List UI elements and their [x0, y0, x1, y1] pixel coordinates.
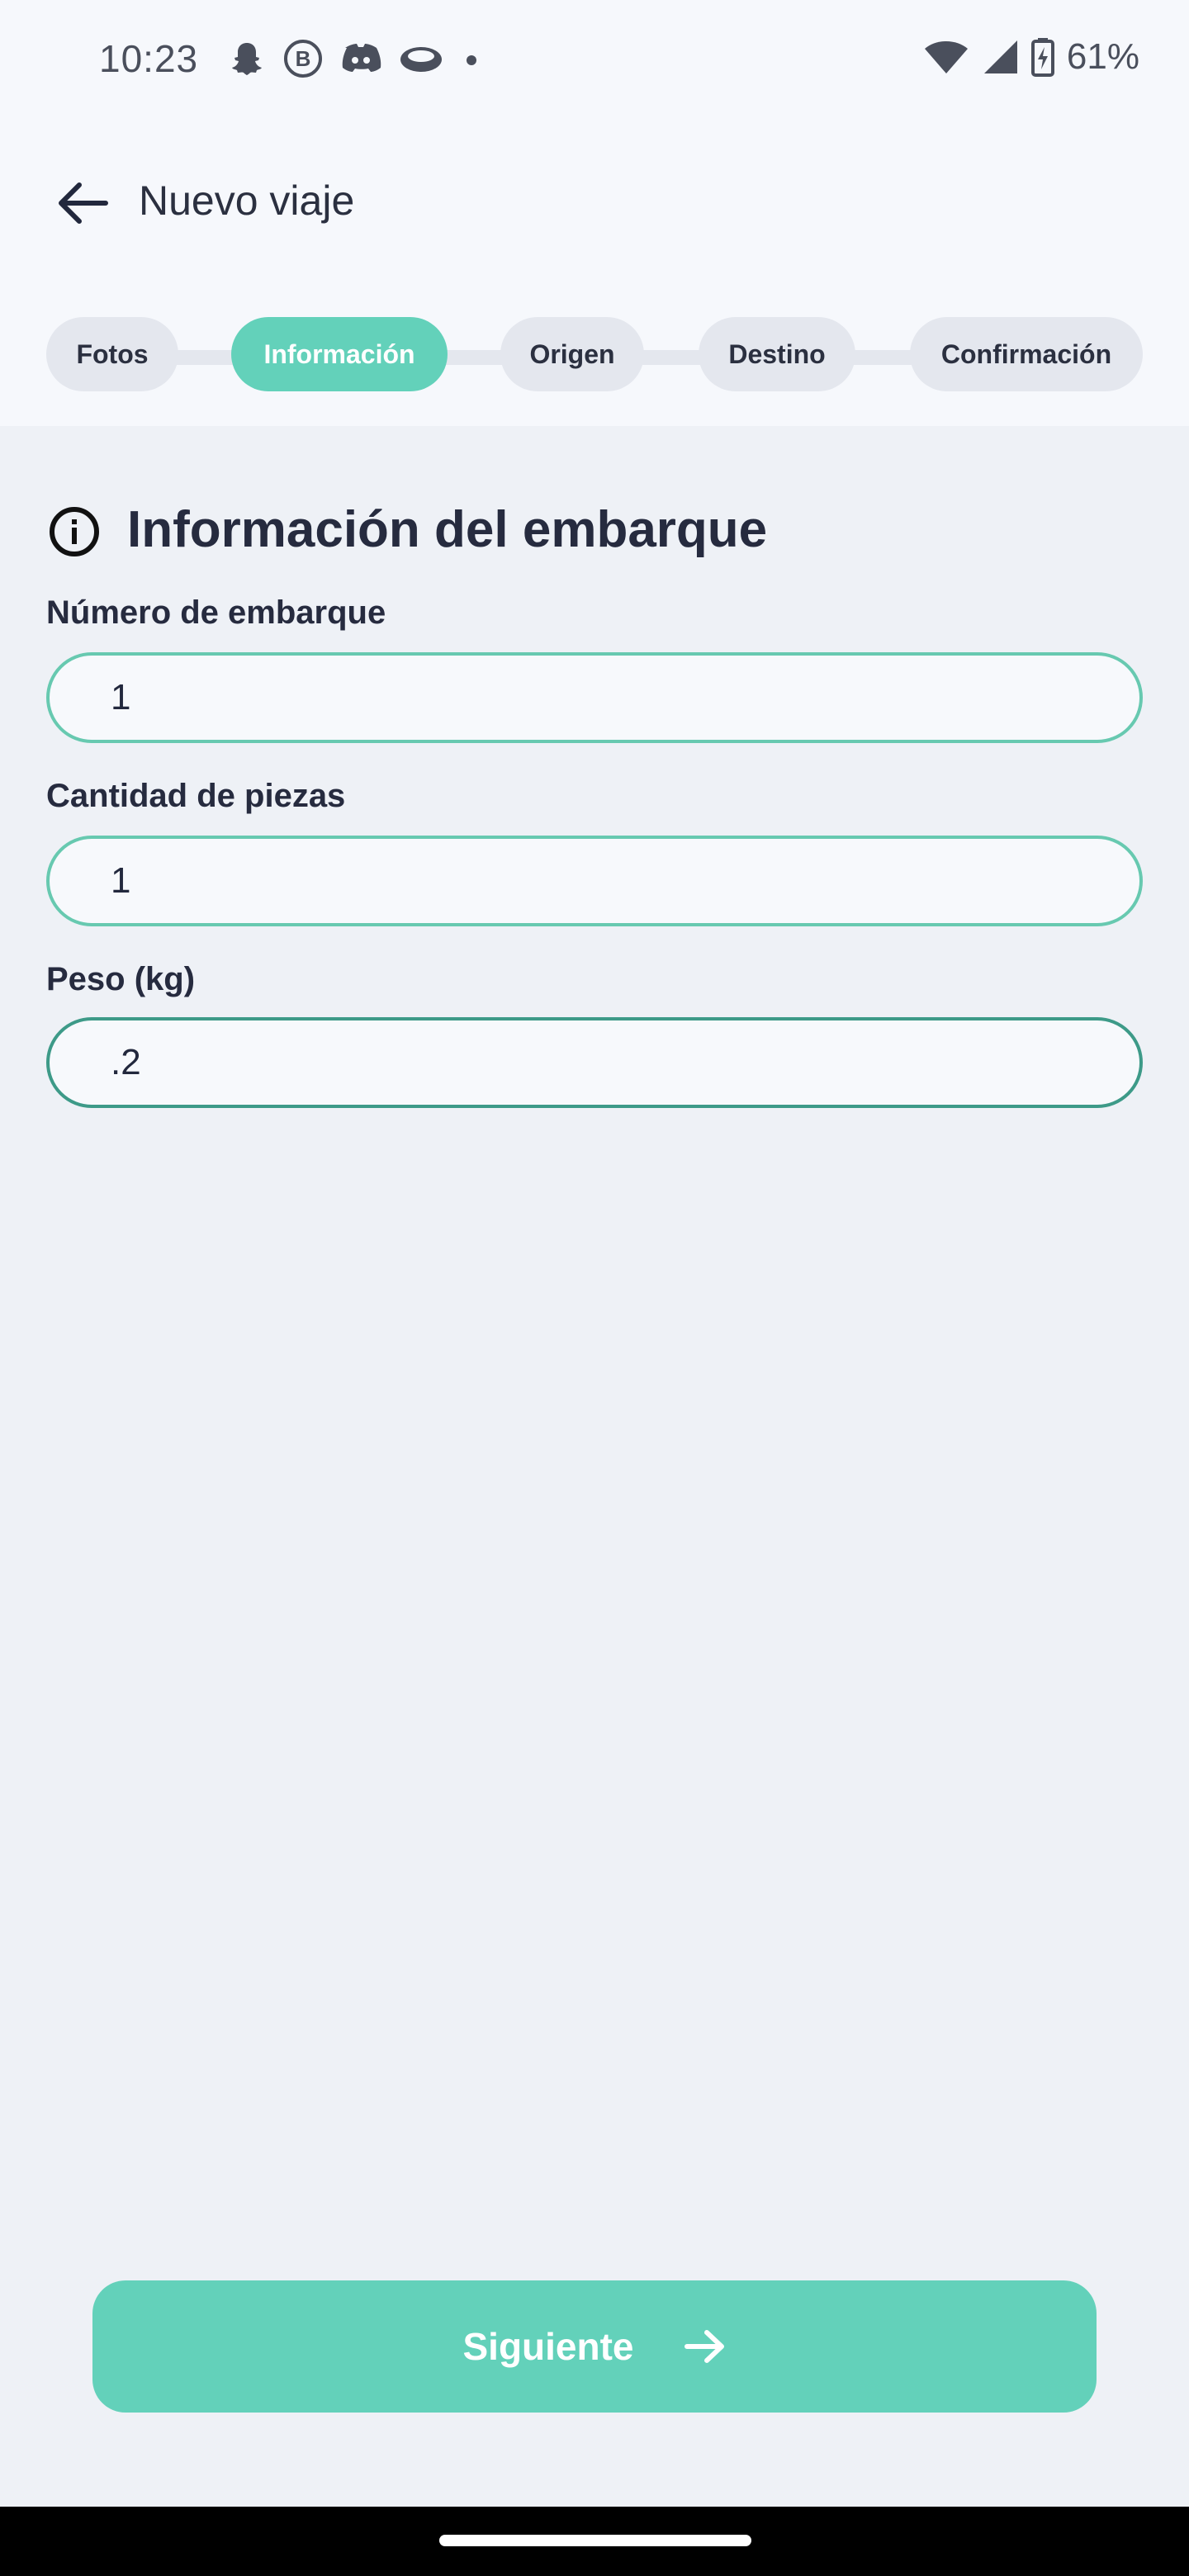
signal-icon [983, 40, 1017, 73]
dot-icon [467, 55, 476, 65]
home-gesture-handle[interactable] [439, 2535, 751, 2546]
b-circle-icon: B [284, 40, 322, 78]
step-origen[interactable]: Origen [500, 317, 644, 391]
system-status: 61% [923, 36, 1139, 78]
discord-icon [342, 44, 381, 72]
page-title: Nuevo viaje [139, 178, 355, 224]
battery-charging-icon [1030, 38, 1054, 77]
arrow-left-icon [59, 182, 108, 224]
back-button[interactable] [50, 170, 116, 236]
shipment-number-input[interactable]: 1 [46, 652, 1143, 743]
svg-text:B: B [296, 46, 311, 71]
battery-percent: 61% [1066, 36, 1139, 77]
next-button[interactable]: Siguiente [92, 2280, 1097, 2413]
section-title: Información del embarque [127, 501, 768, 558]
step-destino[interactable]: Destino [699, 317, 855, 391]
shipment-number-label: Número de embarque [46, 594, 386, 631]
snapchat-icon [232, 43, 262, 75]
piece-count-input[interactable]: 1 [46, 836, 1143, 926]
weight-input[interactable]: .2 [46, 1017, 1143, 1108]
info-circle-icon [50, 507, 99, 556]
next-button-label: Siguiente [462, 2325, 634, 2368]
wifi-icon [924, 41, 968, 73]
arrow-right-icon [684, 2330, 724, 2363]
step-confirmacion[interactable]: Confirmación [910, 317, 1143, 391]
status-time: 10:23 [99, 37, 199, 80]
piece-count-label: Cantidad de piezas [46, 778, 346, 814]
step-fotos[interactable]: Fotos [46, 317, 178, 391]
notification-icons: B [226, 38, 484, 79]
step-informacion[interactable]: Información [231, 317, 448, 391]
weight-label: Peso (kg) [46, 961, 196, 997]
game-icon [400, 47, 442, 72]
